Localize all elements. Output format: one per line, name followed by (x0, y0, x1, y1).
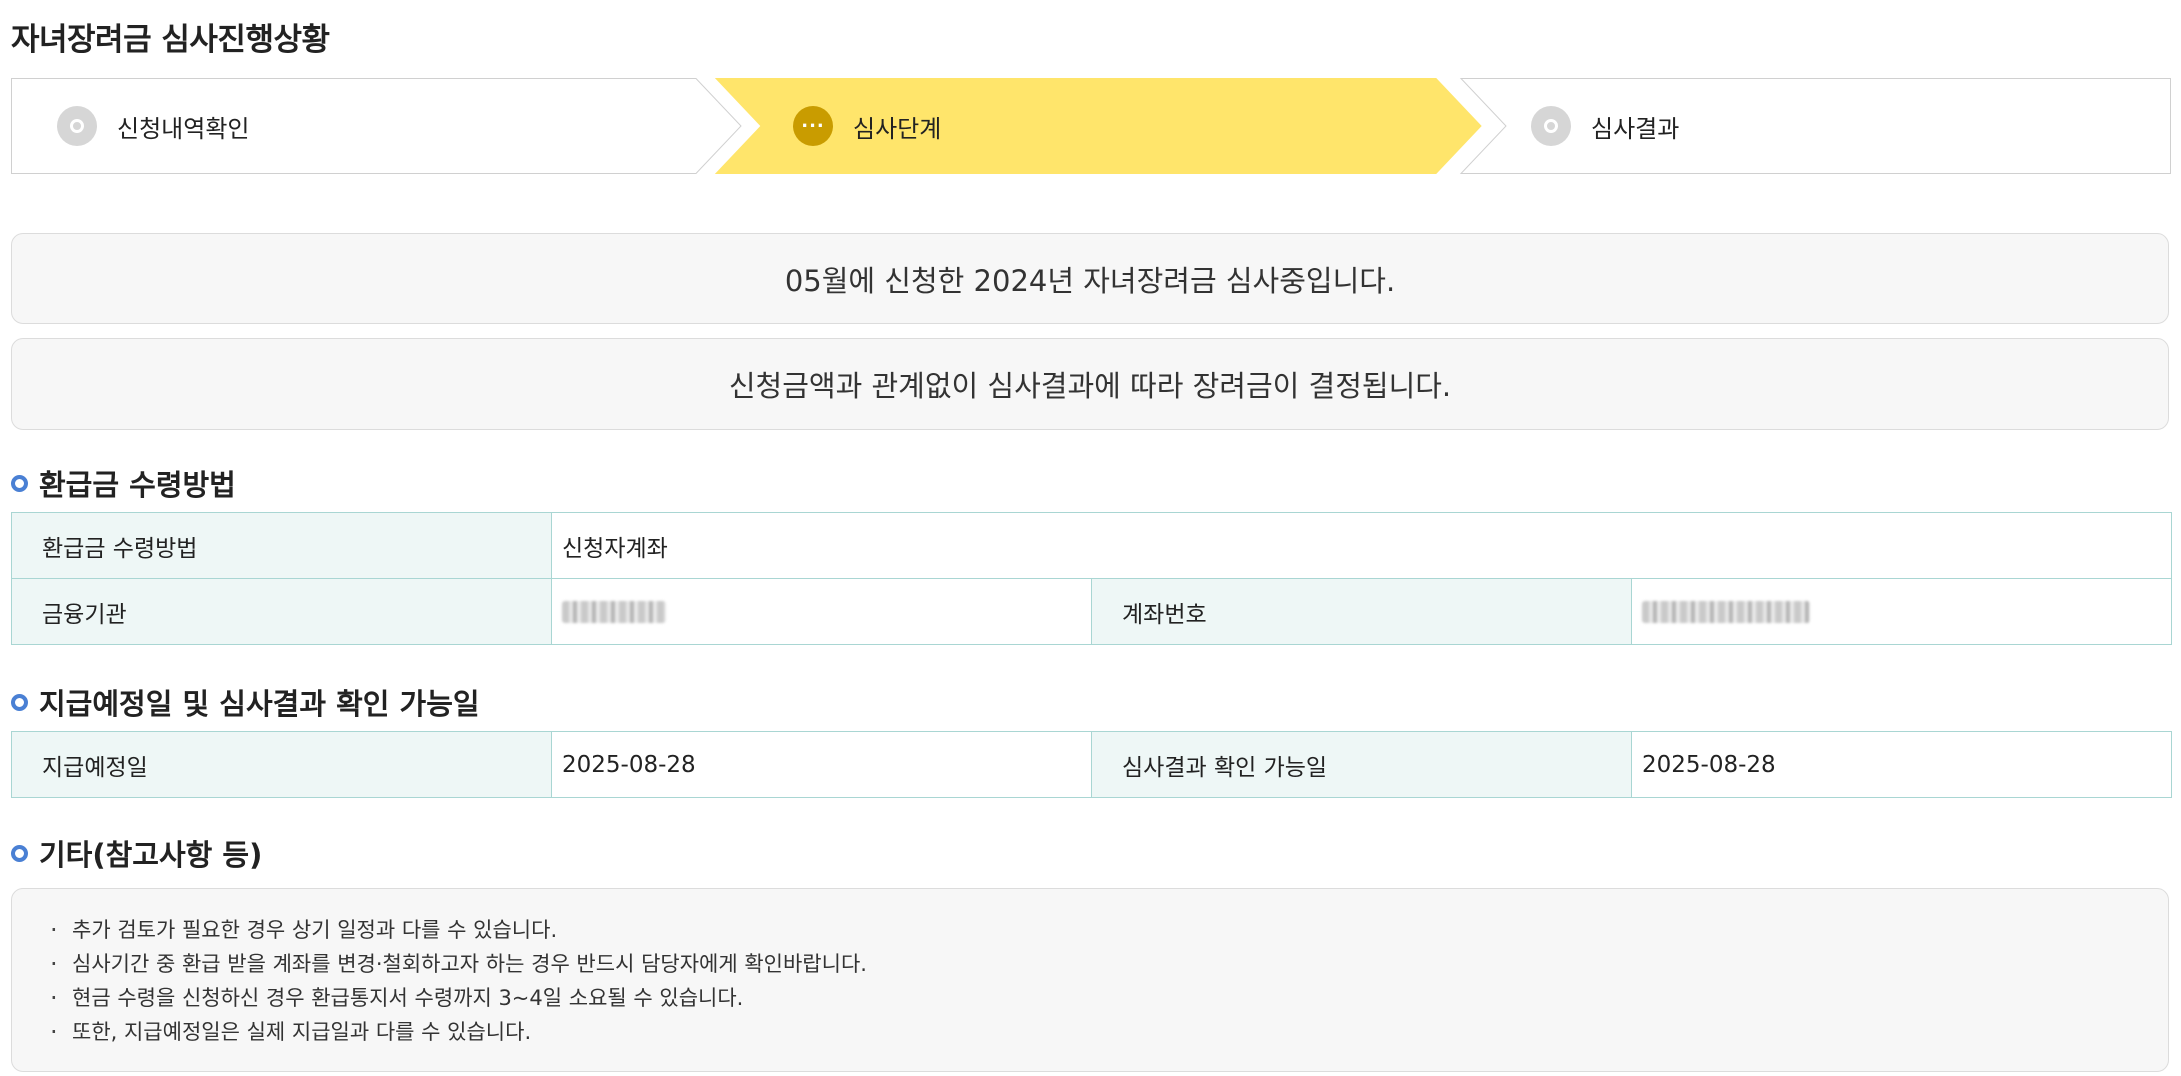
section-bullet-icon (11, 693, 28, 711)
account-label: 계좌번호 (1091, 578, 1632, 645)
bank-value (551, 578, 1092, 645)
schedule-section-title: 지급예정일 및 심사결과 확인 가능일 (11, 681, 480, 723)
list-item: 현금 수령을 신청하신 경우 환급통지서 수령까지 3~4일 소요될 수 있습니… (48, 981, 2168, 1015)
step-pending-icon (1531, 106, 1571, 146)
step-result: 심사결과 (1531, 78, 1679, 174)
list-item: 심사기간 중 환급 받을 계좌를 변경·철회하고자 하는 경우 반드시 담당자에… (48, 947, 2168, 981)
progress-stepper: 신청내역확인 ... 심사단계 심사결과 (11, 78, 2171, 174)
refund-section-title: 환급금 수령방법 (11, 462, 236, 504)
masked-bank-name (562, 601, 666, 623)
table-row: 지급예정일 2025-08-28 심사결과 확인 가능일 2025-08-28 (11, 731, 2172, 798)
account-value (1631, 578, 2172, 645)
section-bullet-icon (11, 474, 28, 492)
notes-box: 추가 검토가 필요한 경우 상기 일정과 다를 수 있습니다. 심사기간 중 환… (11, 888, 2169, 1072)
notes-section-title: 기타(참고사항 등) (11, 832, 262, 874)
table-row: 금융기관 계좌번호 (11, 578, 2172, 645)
refund-method-label: 환급금 수령방법 (11, 512, 552, 579)
step-label: 심사결과 (1591, 114, 1680, 143)
page-title: 자녀장려금 심사진행상황 (11, 22, 330, 58)
refund-method-value: 신청자계좌 (551, 512, 2172, 579)
step-review: ... 심사단계 (793, 78, 941, 174)
section-bullet-icon (11, 844, 28, 862)
result-date-label: 심사결과 확인 가능일 (1091, 731, 1632, 798)
notes-list: 추가 검토가 필요한 경우 상기 일정과 다를 수 있습니다. 심사기간 중 환… (48, 913, 2168, 1049)
step-application-check: 신청내역확인 (57, 78, 249, 174)
list-item: 추가 검토가 필요한 경우 상기 일정과 다를 수 있습니다. (48, 913, 2168, 947)
amount-notice: 신청금액과 관계없이 심사결과에 따라 장려금이 결정됩니다. (11, 338, 2169, 430)
table-row: 환급금 수령방법 신청자계좌 (11, 512, 2172, 579)
list-item: 또한, 지급예정일은 실제 지급일과 다를 수 있습니다. (48, 1015, 2168, 1049)
result-date-value: 2025-08-28 (1631, 731, 2172, 798)
step-label: 신청내역확인 (117, 114, 250, 143)
payment-date-label: 지급예정일 (11, 731, 552, 798)
step-in-progress-icon: ... (793, 106, 833, 146)
page: 자녀장려금 심사진행상황 신청내역확인 ... 심사단계 심사결과 05월에 신… (0, 0, 2181, 1076)
bank-label: 금융기관 (11, 578, 552, 645)
stepper-shapes (11, 78, 2171, 174)
step-done-icon (57, 106, 97, 146)
refund-table: 환급금 수령방법 신청자계좌 금융기관 계좌번호 (11, 512, 2172, 645)
schedule-table: 지급예정일 2025-08-28 심사결과 확인 가능일 2025-08-28 (11, 731, 2172, 798)
step-label: 심사단계 (853, 114, 942, 143)
payment-date-value: 2025-08-28 (551, 731, 1092, 798)
review-status-notice: 05월에 신청한 2024년 자녀장려금 심사중입니다. (11, 233, 2169, 324)
masked-account-number (1642, 601, 1810, 623)
